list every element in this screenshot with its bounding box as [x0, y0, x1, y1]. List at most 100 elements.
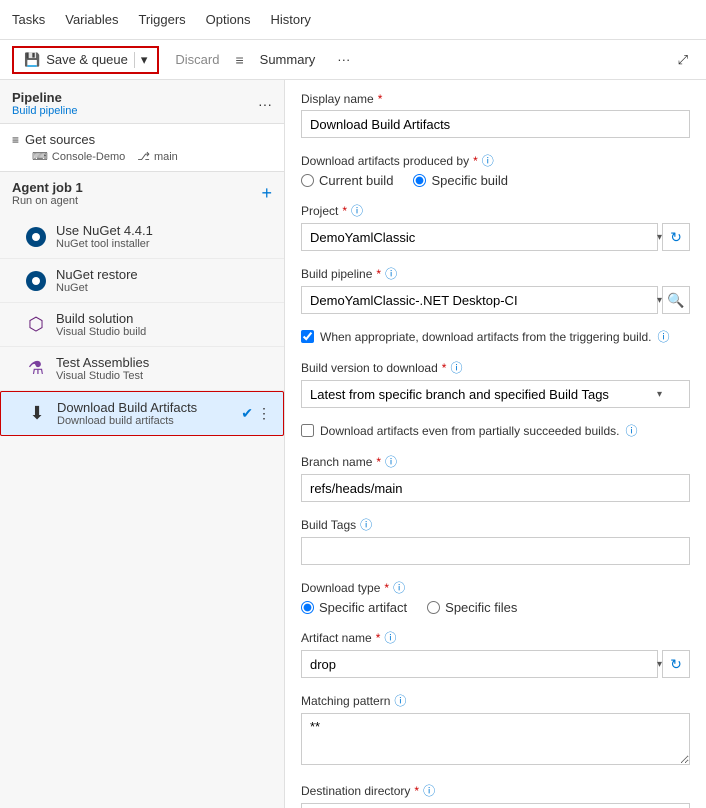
info-icon[interactable]: ⓘ [394, 692, 406, 709]
pipeline-more-button[interactable]: ··· [258, 96, 272, 112]
matching-pattern-textarea[interactable]: ** [301, 713, 690, 765]
radio-specific-build[interactable]: Specific build [413, 173, 508, 188]
expand-button[interactable]: ⤢ [672, 48, 694, 72]
pipeline-subtitle: Build pipeline [12, 105, 77, 117]
build-pipeline-search-button[interactable]: 🔍 [662, 286, 690, 314]
task-item-download[interactable]: ⬇ Download Build Artifacts Download buil… [0, 391, 284, 436]
triggering-build-input[interactable] [301, 330, 314, 343]
get-sources-title: Get sources [25, 132, 95, 147]
partial-build-checkbox[interactable]: Download artifacts even from partially s… [301, 422, 690, 439]
task-item[interactable]: ⬡ Build solution Visual Studio build [0, 303, 284, 347]
project-select[interactable]: DemoYamlClassic [301, 223, 658, 251]
build-pipeline-select-wrapper: DemoYamlClassic-.NET Desktop-CI ▾ 🔍 [301, 286, 690, 314]
project-label: Project * ⓘ [301, 202, 690, 219]
radio-current-build[interactable]: Current build [301, 173, 393, 188]
destination-directory-label: Destination directory * ⓘ [301, 782, 690, 799]
nav-tasks[interactable]: Tasks [12, 8, 45, 31]
save-queue-dropdown-arrow[interactable]: ▾ [134, 52, 148, 68]
artifact-name-refresh-button[interactable]: ↻ [662, 650, 690, 678]
info-icon[interactable]: ⓘ [351, 202, 363, 219]
info-icon[interactable]: ⓘ [450, 359, 462, 376]
nav-history[interactable]: History [270, 8, 310, 31]
info-icon[interactable]: ⓘ [360, 516, 372, 533]
get-sources-header: ≡ Get sources [12, 132, 272, 147]
info-icon[interactable]: ⓘ [385, 265, 397, 282]
download-type-group: Download type * ⓘ Specific artifact Spec… [301, 579, 690, 615]
radio-specific-files[interactable]: Specific files [427, 600, 517, 615]
triggering-build-checkbox[interactable]: When appropriate, download artifacts fro… [301, 328, 690, 345]
task-item[interactable]: Use NuGet 4.4.1 NuGet tool installer [0, 215, 284, 259]
add-task-button[interactable]: + [261, 183, 272, 204]
get-sources[interactable]: ≡ Get sources ⌨ Console-Demo ⎇ main [0, 123, 284, 172]
build-tags-group: Build Tags ⓘ [301, 516, 690, 565]
triggering-build-group: When appropriate, download artifacts fro… [301, 328, 690, 345]
get-sources-meta: ⌨ Console-Demo ⎇ main [12, 150, 272, 163]
lines-icon: ≡ [235, 52, 243, 68]
right-panel: Display name * Download artifacts produc… [285, 80, 706, 808]
top-nav: Tasks Variables Triggers Options History [0, 0, 706, 40]
info-icon[interactable]: ⓘ [625, 422, 637, 439]
destination-directory-input[interactable] [301, 803, 690, 808]
info-icon[interactable]: ⓘ [384, 629, 396, 646]
artifact-name-select[interactable]: drop [301, 650, 658, 678]
task-sub: Visual Studio build [56, 326, 272, 338]
info-icon[interactable]: ⓘ [658, 328, 670, 345]
radio-specific-artifact[interactable]: Specific artifact [301, 600, 407, 615]
download-type-label: Download type * ⓘ [301, 579, 690, 596]
required-indicator: * [376, 631, 381, 645]
artifact-name-group: Artifact name * ⓘ drop ▾ ↻ [301, 629, 690, 678]
task-check-icon: ✔ [241, 405, 253, 422]
branch-name-input[interactable] [301, 474, 690, 502]
build-pipeline-select[interactable]: DemoYamlClassic-.NET Desktop-CI [301, 286, 658, 314]
nav-triggers[interactable]: Triggers [138, 8, 185, 31]
info-icon[interactable]: ⓘ [393, 579, 405, 596]
radio-specific-files-input[interactable] [427, 601, 440, 614]
filter-icon: ≡ [12, 133, 19, 147]
task-item[interactable]: ⚗ Test Assemblies Visual Studio Test [0, 347, 284, 391]
save-queue-button[interactable]: 💾 Save & queue ▾ [12, 46, 159, 74]
info-icon[interactable]: ⓘ [423, 782, 435, 799]
partial-build-input[interactable] [301, 424, 314, 437]
build-pipeline-group: Build pipeline * ⓘ DemoYamlClassic-.NET … [301, 265, 690, 314]
task-name: Test Assemblies [56, 355, 272, 370]
task-sub: NuGet tool installer [56, 238, 272, 250]
task-list: Use NuGet 4.4.1 NuGet tool installer NuG… [0, 215, 284, 808]
save-icon: 💾 [24, 52, 40, 68]
build-tags-input[interactable] [301, 537, 690, 565]
branch-name-label: Branch name * ⓘ [301, 453, 690, 470]
required-indicator: * [378, 92, 383, 106]
more-button[interactable]: ··· [331, 48, 356, 71]
discard-button[interactable]: Discard [167, 48, 227, 71]
build-version-group: Build version to download * ⓘ Latest fro… [301, 359, 690, 408]
display-name-input[interactable] [301, 110, 690, 138]
toolbar: 💾 Save & queue ▾ Discard ≡ Summary ··· ⤢ [0, 40, 706, 80]
build-version-label: Build version to download * ⓘ [301, 359, 690, 376]
get-sources-repo: ⌨ Console-Demo [32, 150, 125, 163]
required-indicator: * [442, 361, 447, 375]
build-version-select[interactable]: Latest from specific branch and specifie… [301, 380, 690, 408]
radio-current-build-input[interactable] [301, 174, 314, 187]
pipeline-header: Pipeline Build pipeline ··· [0, 80, 284, 123]
task-icon-nuget1 [24, 225, 48, 249]
task-item[interactable]: NuGet restore NuGet [0, 259, 284, 303]
build-version-select-wrapper: Latest from specific branch and specifie… [301, 380, 690, 408]
artifact-name-select-wrapper: drop ▾ ↻ [301, 650, 690, 678]
project-refresh-button[interactable]: ↻ [662, 223, 690, 251]
task-sub: Download build artifacts [57, 415, 233, 427]
info-icon[interactable]: ⓘ [482, 152, 494, 169]
destination-directory-group: Destination directory * ⓘ [301, 782, 690, 808]
info-icon[interactable]: ⓘ [385, 453, 397, 470]
radio-specific-artifact-input[interactable] [301, 601, 314, 614]
task-icon-download: ⬇ [25, 402, 49, 426]
nav-options[interactable]: Options [206, 8, 251, 31]
artifacts-produced-by-group: Download artifacts produced by * ⓘ Curre… [301, 152, 690, 188]
summary-button[interactable]: Summary [252, 48, 324, 71]
nav-variables[interactable]: Variables [65, 8, 118, 31]
required-indicator: * [376, 267, 381, 281]
partial-build-group: Download artifacts even from partially s… [301, 422, 690, 439]
display-name-group: Display name * [301, 92, 690, 138]
task-more-button[interactable]: ⋮ [257, 405, 271, 422]
agent-job-title: Agent job 1 [12, 180, 83, 195]
task-icon-test: ⚗ [24, 357, 48, 381]
radio-specific-build-input[interactable] [413, 174, 426, 187]
